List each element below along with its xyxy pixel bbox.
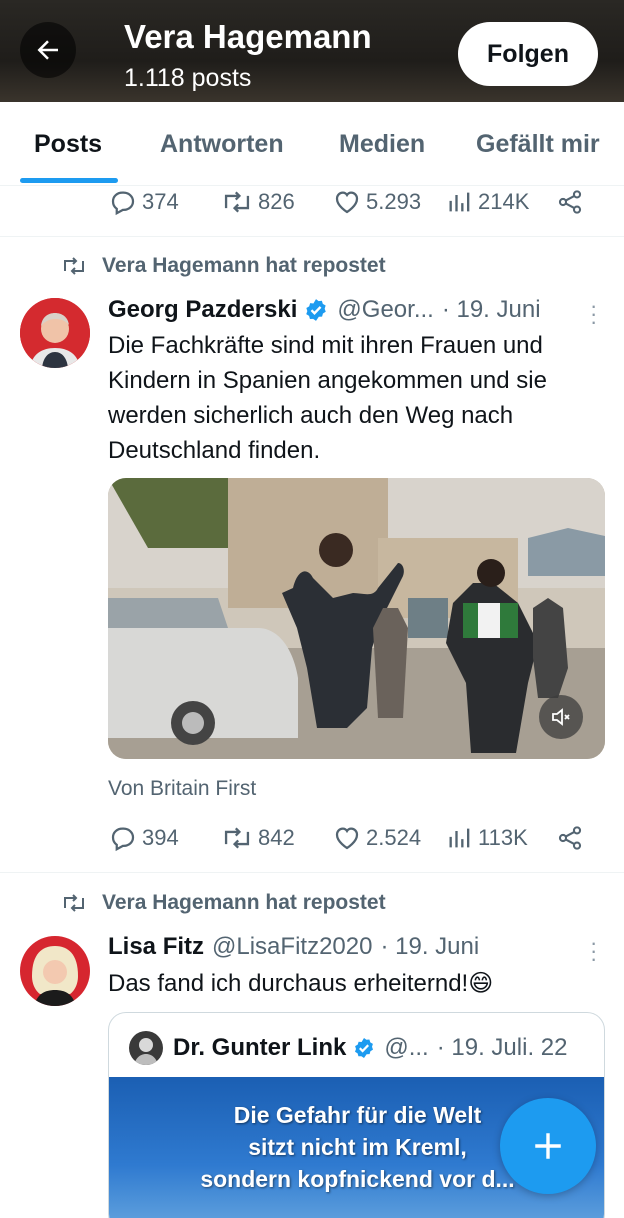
- post-text: Die Fachkräfte sind mit ihren Frauen und…: [108, 332, 547, 464]
- video-source[interactable]: Von Britain First: [108, 777, 256, 801]
- verified-badge-icon: [306, 299, 327, 321]
- tab-likes[interactable]: Gefällt mir: [476, 130, 600, 159]
- share-button[interactable]: [556, 182, 584, 222]
- verified-badge-icon: [355, 1038, 374, 1058]
- views-count: 113K: [478, 825, 528, 850]
- author-name[interactable]: Georg Pazderski: [108, 296, 297, 324]
- post-actions: 394 842 2.524 113K: [108, 818, 588, 858]
- like-button[interactable]: 2.524: [332, 818, 421, 858]
- avatar[interactable]: [20, 298, 90, 368]
- quoted-post-header: Dr. Gunter Link @... · 19. Juli. 22: [129, 1031, 567, 1065]
- repost-count: 842: [258, 825, 295, 850]
- author-handle[interactable]: @Geor...: [337, 296, 433, 324]
- follow-button[interactable]: Folgen: [458, 22, 598, 86]
- video-player[interactable]: [108, 478, 605, 759]
- quoted-post-date: · 19. Juli. 22: [436, 1034, 568, 1061]
- repost-count: 826: [258, 189, 295, 214]
- repost-icon: [224, 191, 250, 213]
- share-button[interactable]: [556, 818, 584, 858]
- heart-icon: [335, 827, 359, 850]
- repost-icon: [64, 894, 84, 912]
- views-button[interactable]: 113K: [446, 818, 528, 858]
- like-button[interactable]: 5.293: [332, 182, 421, 222]
- reply-button[interactable]: 394: [108, 818, 179, 858]
- repost-label: Vera Hagemann hat repostet: [102, 891, 386, 914]
- avatar[interactable]: [20, 936, 90, 1006]
- post-header: Georg Pazderski @Geor... · 19. Juni: [108, 296, 541, 324]
- quoted-author-handle: @...: [384, 1034, 429, 1061]
- quoted-author-name: Dr. Gunter Link: [173, 1034, 347, 1061]
- arrow-left-icon: [37, 40, 58, 60]
- reply-count: 394: [142, 825, 179, 850]
- more-options-icon[interactable]: · · ·: [590, 932, 598, 970]
- tab-posts[interactable]: Posts: [34, 130, 102, 159]
- author-handle[interactable]: @LisaFitz2020: [212, 933, 372, 961]
- mute-icon: [552, 708, 570, 726]
- reply-icon: [111, 827, 135, 852]
- tab-media[interactable]: Medien: [339, 130, 425, 159]
- reply-icon: [111, 191, 135, 216]
- compose-button[interactable]: [500, 1098, 596, 1194]
- mute-button[interactable]: [539, 695, 583, 739]
- profile-name: Vera Hagemann: [124, 18, 372, 55]
- plus-icon: [535, 1133, 561, 1159]
- reply-button[interactable]: 374: [108, 182, 179, 222]
- share-icon: [558, 190, 582, 214]
- like-count: 2.524: [366, 825, 422, 850]
- post-actions: 374 826 5.293 214K: [108, 182, 588, 222]
- post-text: Das fand ich durchaus erheiternd!😄: [108, 970, 494, 997]
- post-count: 1.118 posts: [124, 64, 252, 92]
- views-button[interactable]: 214K: [446, 182, 529, 222]
- author-name[interactable]: Lisa Fitz: [108, 933, 204, 961]
- repost-label: Vera Hagemann hat repostet: [102, 254, 386, 277]
- video-thumbnail: [108, 478, 605, 759]
- repost-button[interactable]: 842: [220, 818, 295, 858]
- more-options-icon[interactable]: · · ·: [590, 295, 598, 333]
- post-header: Lisa Fitz @LisaFitz2020 · 19. Juni: [108, 933, 479, 961]
- tab-replies[interactable]: Antworten: [160, 130, 284, 159]
- profile-tabs: Posts Antworten Medien Gefällt mir: [0, 102, 624, 186]
- repost-indicator: Vera Hagemann hat repostet: [60, 254, 386, 278]
- repost-button[interactable]: 826: [220, 182, 295, 222]
- divider: [0, 236, 624, 237]
- views-icon: [449, 828, 470, 848]
- like-count: 5.293: [366, 189, 422, 214]
- views-icon: [449, 192, 470, 212]
- post-date[interactable]: · 19. Juni: [380, 933, 479, 961]
- active-tab-indicator: [20, 178, 118, 183]
- share-icon: [558, 826, 582, 850]
- reply-count: 374: [142, 189, 179, 214]
- back-button[interactable]: [20, 22, 76, 78]
- divider: [0, 872, 624, 873]
- repost-indicator: Vera Hagemann hat repostet: [60, 891, 386, 915]
- heart-icon: [335, 191, 359, 214]
- post-date[interactable]: · 19. Juni: [442, 296, 541, 324]
- repost-icon: [224, 827, 250, 849]
- views-count: 214K: [478, 189, 530, 214]
- repost-icon: [64, 257, 84, 275]
- avatar: [129, 1031, 163, 1065]
- profile-header: Vera Hagemann 1.118 posts Folgen: [0, 0, 624, 102]
